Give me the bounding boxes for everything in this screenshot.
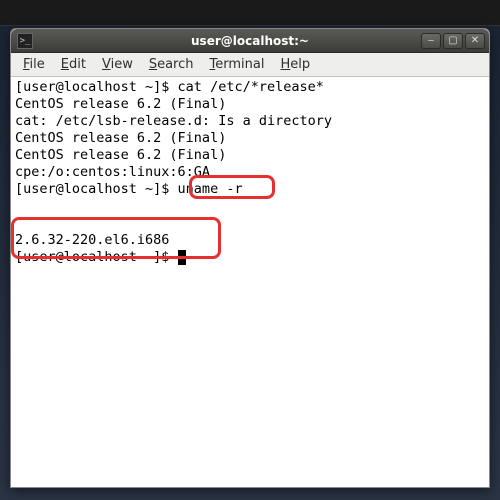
menu-help[interactable]: Help [272, 55, 318, 74]
menu-terminal[interactable]: Terminal [202, 55, 273, 74]
menu-search[interactable]: Search [141, 55, 202, 74]
terminal-line: cat: /etc/lsb-release.d: Is a directory [15, 113, 332, 129]
terminal-window: >_ user@localhost:~ – ▢ ✕ File Edit View… [10, 28, 490, 488]
terminal-line: [user@localhost ~]$ uname -r [15, 181, 243, 197]
terminal-line: CentOS release 6.2 (Final) [15, 147, 226, 163]
maximize-button[interactable]: ▢ [443, 33, 463, 49]
window-title: user@localhost:~ [11, 34, 489, 48]
desktop-top-panel [0, 0, 500, 26]
terminal-line: [user@localhost ~]$ cat /etc/*release* [15, 79, 324, 95]
terminal-line: CentOS release 6.2 (Final) [15, 130, 226, 146]
cursor [178, 250, 186, 265]
minimize-button[interactable]: – [421, 33, 441, 49]
menu-file[interactable]: File [15, 55, 53, 74]
terminal-icon: >_ [17, 33, 33, 49]
menu-edit[interactable]: Edit [53, 55, 94, 74]
terminal-prompt: [user@localhost ~]$ [15, 249, 178, 265]
terminal-line: 2.6.32-220.el6.i686 [15, 232, 169, 248]
close-button[interactable]: ✕ [465, 33, 485, 49]
window-controls: – ▢ ✕ [421, 33, 485, 49]
terminal-line: cpe:/o:centos:linux:6:GA [15, 164, 210, 180]
window-titlebar[interactable]: >_ user@localhost:~ – ▢ ✕ [11, 29, 489, 53]
terminal-line: CentOS release 6.2 (Final) [15, 96, 226, 112]
menu-view[interactable]: View [94, 55, 141, 74]
terminal-output[interactable]: [user@localhost ~]$ cat /etc/*release* C… [11, 77, 489, 487]
menubar: File Edit View Search Terminal Help [11, 53, 489, 77]
